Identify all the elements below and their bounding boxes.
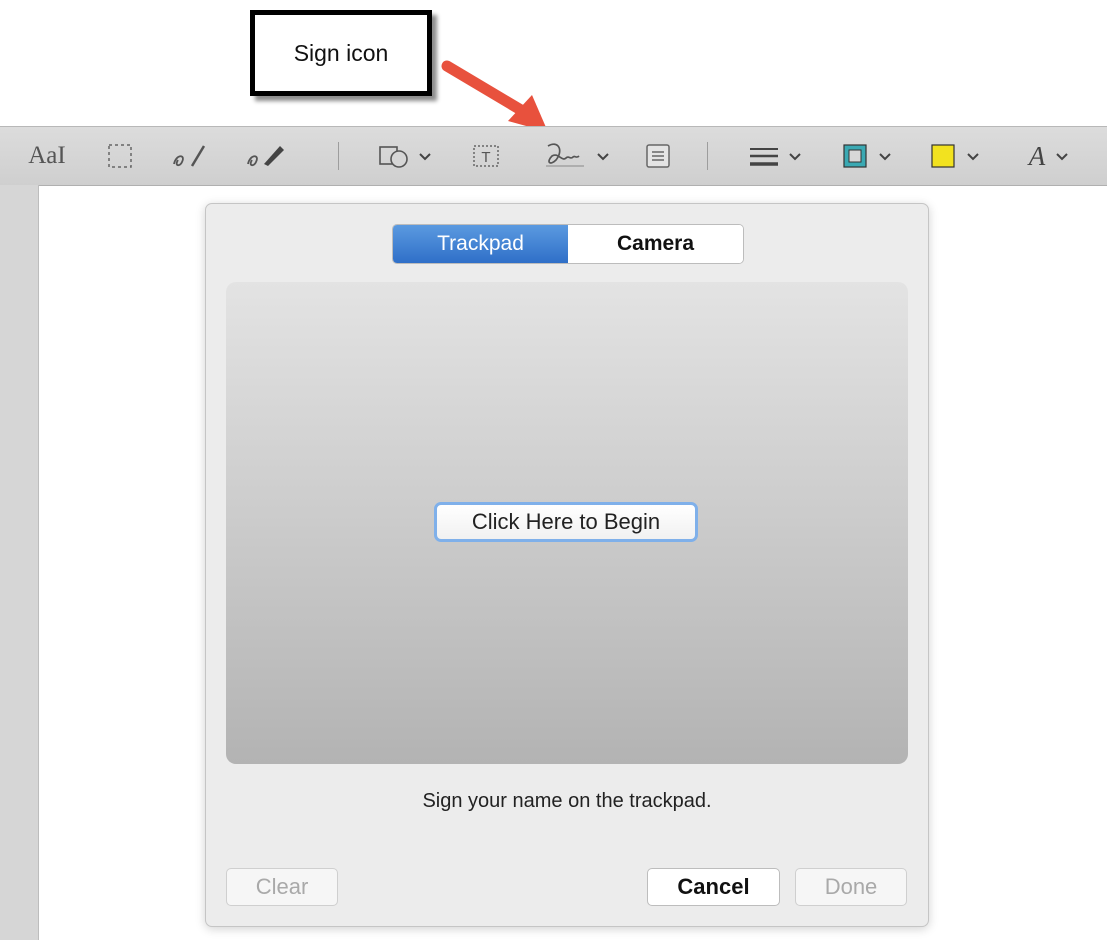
sign-icon[interactable]: [540, 127, 618, 185]
rectangular-selection-icon[interactable]: [100, 127, 140, 185]
note-icon[interactable]: [640, 127, 676, 185]
text-style-label: AaI: [28, 142, 66, 169]
tab-camera[interactable]: Camera: [568, 225, 743, 263]
signature-instruction: Sign your name on the trackpad.: [422, 790, 712, 812]
sketch-icon[interactable]: [165, 127, 215, 185]
signature-source-selector: Trackpad Camera: [392, 224, 744, 264]
text-font-icon[interactable]: A: [1020, 127, 1086, 185]
document-margin: [0, 185, 39, 940]
text-style-icon[interactable]: AaI: [22, 127, 72, 185]
toolbar-separator: [707, 142, 708, 170]
done-button[interactable]: Done: [795, 868, 907, 906]
shape-style-icon[interactable]: [742, 127, 808, 185]
toolbar-separator: [338, 142, 339, 170]
font-label: A: [1028, 140, 1046, 171]
signature-popover: Trackpad Camera Click Here to Begin Sign…: [205, 203, 929, 927]
svg-text:T: T: [481, 149, 490, 166]
text-box-icon[interactable]: T: [466, 127, 506, 185]
signature-pad[interactable]: Click Here to Begin: [226, 282, 908, 764]
clear-button[interactable]: Clear: [226, 868, 338, 906]
draw-icon[interactable]: [238, 127, 294, 185]
tab-trackpad[interactable]: Trackpad: [393, 225, 568, 263]
begin-signature-button[interactable]: Click Here to Begin: [434, 502, 698, 542]
fill-color-icon[interactable]: [924, 127, 990, 185]
annotation-callout: Sign icon: [250, 10, 432, 96]
annotation-callout-label: Sign icon: [293, 39, 389, 66]
shapes-icon[interactable]: [372, 127, 438, 185]
markup-toolbar: AaI T A: [0, 126, 1107, 186]
border-color-icon[interactable]: [836, 127, 902, 185]
cancel-button[interactable]: Cancel: [647, 868, 780, 906]
